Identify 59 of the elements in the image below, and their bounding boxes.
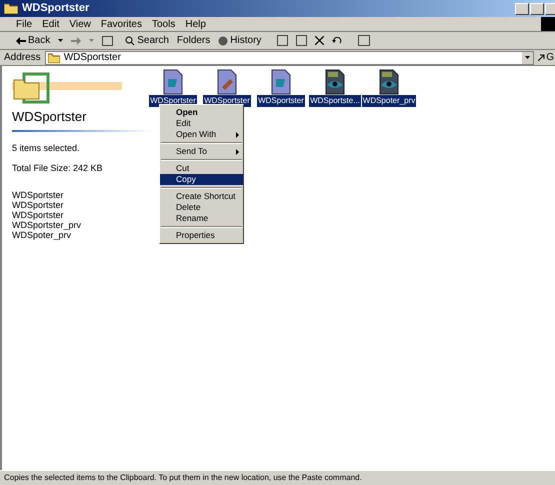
menu-item[interactable]: Favorites — [100, 16, 142, 32]
image-file-icon — [323, 69, 347, 95]
folder-icon — [4, 3, 18, 14]
file-label[interactable]: WDSportster — [257, 95, 305, 107]
back-arrow-icon — [16, 36, 26, 44]
document-file-icon — [162, 69, 184, 95]
menu-item[interactable]: View — [69, 16, 91, 32]
file-size-text: Total File Size: 242 KB — [12, 162, 104, 175]
dropdown-arrow-icon — [58, 39, 64, 42]
go-button[interactable]: G — [538, 50, 555, 65]
file-label[interactable]: WDSportste... — [309, 95, 361, 107]
dropdown-button[interactable] — [522, 52, 534, 64]
minimize-button[interactable] — [515, 2, 529, 14]
search-button[interactable]: Search — [125, 33, 169, 48]
close-button[interactable] — [545, 2, 555, 14]
status-text: Copies the selected items to the Clipboard. To put them in the new location, use the Paste command. — [4, 472, 362, 484]
file-label[interactable]: WDSpoter_prv — [362, 95, 416, 107]
menu-item[interactable]: Rename — [160, 213, 243, 224]
menu-item[interactable]: Properties — [160, 230, 243, 241]
submenu-arrow-icon — [236, 132, 239, 138]
menu-item[interactable]: Open — [160, 107, 243, 118]
file-name: WDSportster — [12, 190, 65, 200]
folders-button[interactable]: Folders — [176, 33, 210, 48]
maximize-button[interactable] — [530, 2, 544, 14]
file-name: WDSportster — [12, 200, 65, 210]
dropdown-arrow-icon — [525, 56, 530, 59]
menu-item[interactable]: Tools — [152, 16, 176, 32]
delete-icon[interactable] — [315, 36, 324, 45]
menu-item[interactable]: Send To — [160, 146, 243, 157]
history-button[interactable]: History — [218, 33, 262, 48]
menu-item[interactable]: File — [16, 16, 32, 32]
forward-arrow-icon — [71, 36, 82, 44]
image-file-icon — [377, 69, 401, 95]
file-name: WDSportster_prv — [12, 220, 82, 230]
menu-item[interactable]: Cut — [160, 163, 243, 174]
window-title: WDSportster — [22, 1, 90, 16]
menu-item[interactable]: Help — [185, 16, 206, 32]
menu-item[interactable]: Delete — [160, 202, 243, 213]
dropdown-arrow-icon — [89, 39, 94, 42]
menu-item[interactable]: Create Shortcut — [160, 191, 243, 202]
undo-icon[interactable] — [332, 36, 342, 44]
file-name: WDSportster — [12, 210, 65, 220]
address-label: Address — [4, 51, 41, 65]
menu-item[interactable]: Edit — [160, 118, 243, 129]
go-arrow-icon — [538, 54, 546, 61]
selection-count: 5 items selected. — [12, 142, 81, 154]
file-name: WDSpoter_prv — [12, 230, 72, 240]
drawing-file-icon — [216, 69, 238, 95]
menu-item[interactable]: Edit — [42, 16, 60, 32]
folder-banner-icon — [12, 72, 122, 106]
back-button[interactable]: Back — [16, 33, 50, 48]
menu-item[interactable]: Copy — [160, 174, 243, 185]
menu-item[interactable]: Open With — [160, 129, 243, 140]
folder-title: WDSportster — [12, 108, 88, 126]
submenu-arrow-icon — [236, 148, 239, 154]
address-field[interactable]: WDSportster — [44, 50, 534, 64]
document-file-icon — [270, 69, 292, 95]
folder-icon — [48, 52, 60, 62]
search-icon — [125, 36, 136, 46]
